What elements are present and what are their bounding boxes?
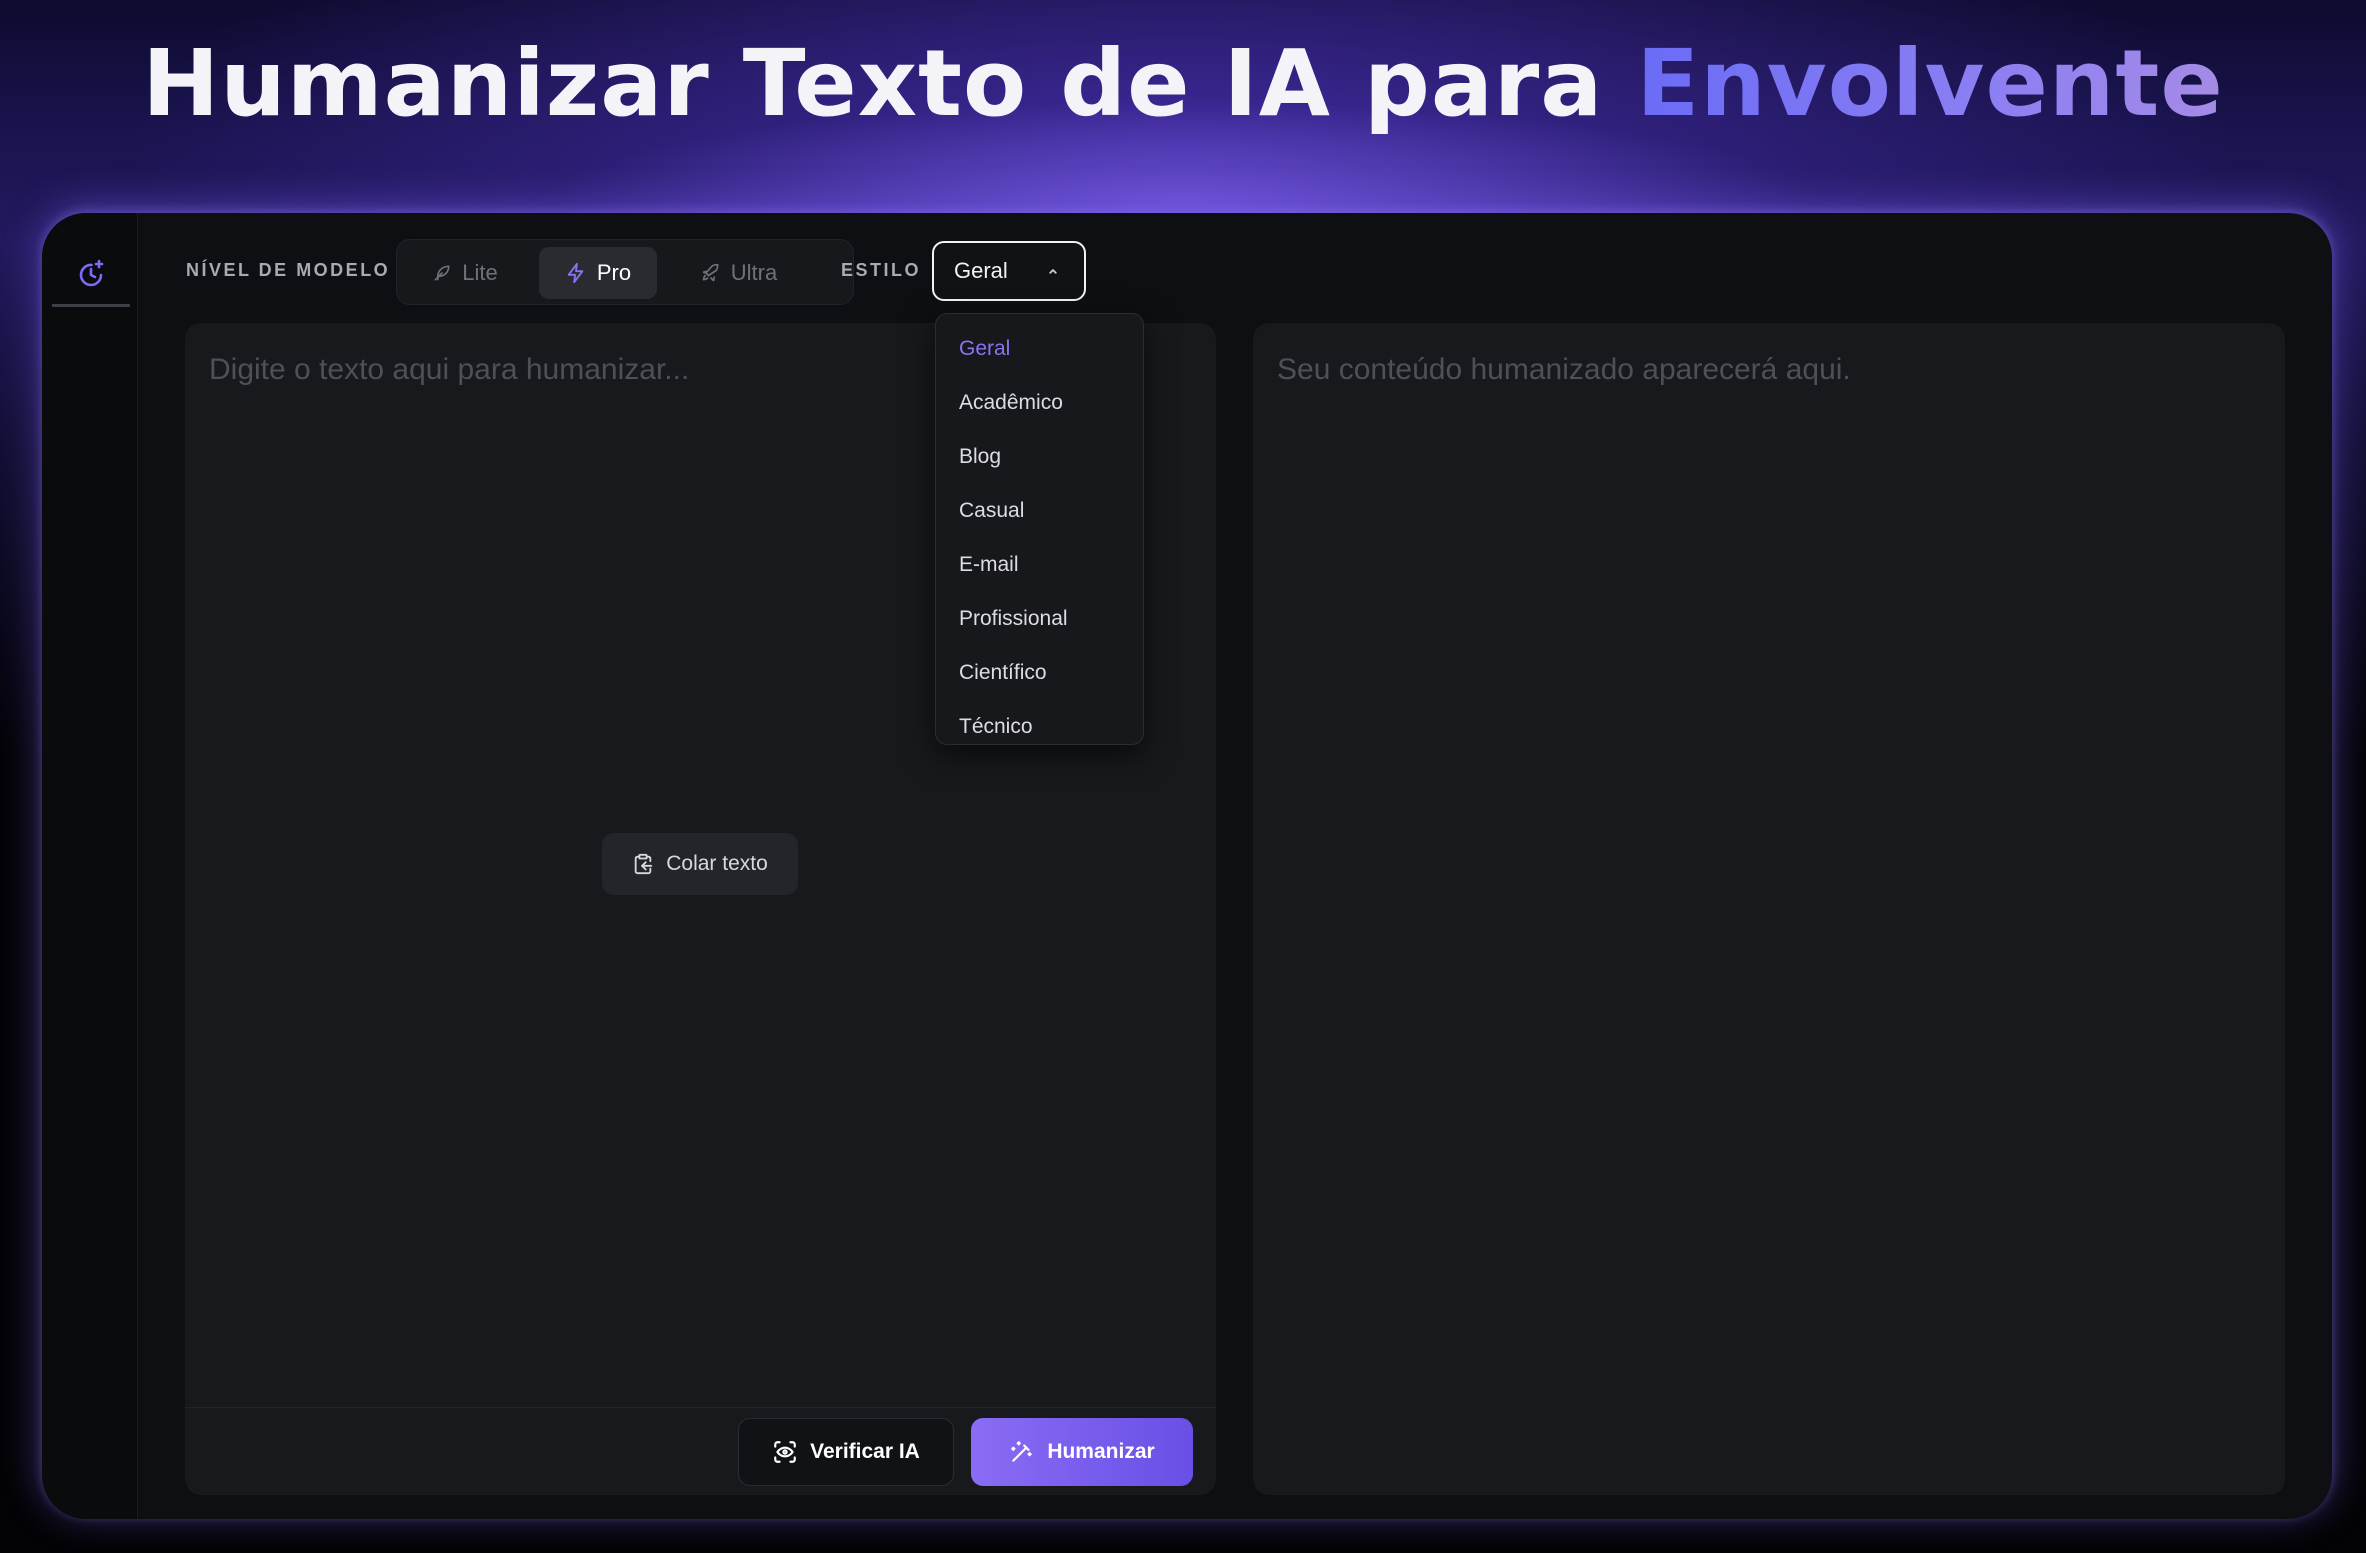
check-ai-label: Verificar IA	[810, 1440, 920, 1463]
scan-eye-icon	[774, 1441, 796, 1463]
humanize-button[interactable]: Humanizar	[971, 1418, 1193, 1486]
humanizer-card: NÍVEL DE MODELO Lite Pro Ultra ESTILO Ge…	[42, 213, 2332, 1519]
model-option-ultra-label: Ultra	[730, 260, 778, 285]
model-option-lite[interactable]: Lite	[405, 247, 525, 299]
model-option-pro[interactable]: Pro	[539, 247, 657, 299]
style-option-tecnico[interactable]: Técnico	[936, 700, 1143, 754]
style-option-profissional[interactable]: Profissional	[936, 592, 1143, 646]
rocket-icon	[702, 263, 719, 282]
humanize-label: Humanizar	[1047, 1440, 1155, 1463]
style-option-email[interactable]: E-mail	[936, 538, 1143, 592]
feather-icon	[434, 265, 450, 281]
paste-text-button[interactable]: Colar texto	[602, 833, 798, 895]
style-option-blog[interactable]: Blog	[936, 430, 1143, 484]
clipboard-paste-icon	[634, 853, 653, 875]
toolbar: NÍVEL DE MODELO Lite Pro Ultra ESTILO Ge…	[42, 213, 2332, 323]
input-panel-footer-divider	[185, 1407, 1216, 1408]
page-title-main: Humanizar Texto de IA para	[142, 30, 1637, 137]
style-dropdown-menu: Geral Acadêmico Blog Casual E-mail Profi…	[935, 313, 1144, 745]
style-option-cientifico[interactable]: Científico	[936, 646, 1143, 700]
output-panel: Seu conteúdo humanizado aparecerá aqui.	[1253, 323, 2285, 1495]
style-option-casual[interactable]: Casual	[936, 484, 1143, 538]
style-label: ESTILO	[841, 260, 922, 280]
sidebar	[42, 213, 138, 1519]
model-level-selector: Lite Pro Ultra	[396, 239, 854, 305]
check-ai-button[interactable]: Verificar IA	[738, 1418, 954, 1486]
output-text: Seu conteúdo humanizado aparecerá aqui.	[1277, 353, 1851, 386]
paste-text-label: Colar texto	[666, 852, 768, 875]
lightning-icon	[567, 262, 584, 284]
style-select[interactable]: Geral	[932, 241, 1086, 301]
page-title-accent: Envolvente	[1636, 30, 2224, 137]
chevron-up-icon	[1049, 269, 1057, 274]
style-option-geral[interactable]: Geral	[936, 322, 1143, 376]
model-option-ultra[interactable]: Ultra	[669, 247, 809, 299]
page-title: Humanizar Texto de IA para Envolvente	[0, 30, 2366, 137]
style-option-academico[interactable]: Acadêmico	[936, 376, 1143, 430]
input-textarea[interactable]: Digite o texto aqui para humanizar...	[209, 353, 689, 387]
model-level-label: NÍVEL DE MODELO	[186, 260, 391, 280]
style-select-value: Geral	[954, 258, 1008, 283]
model-option-pro-label: Pro	[596, 260, 632, 285]
magic-wand-icon	[1011, 1441, 1033, 1462]
model-option-lite-label: Lite	[462, 260, 498, 285]
